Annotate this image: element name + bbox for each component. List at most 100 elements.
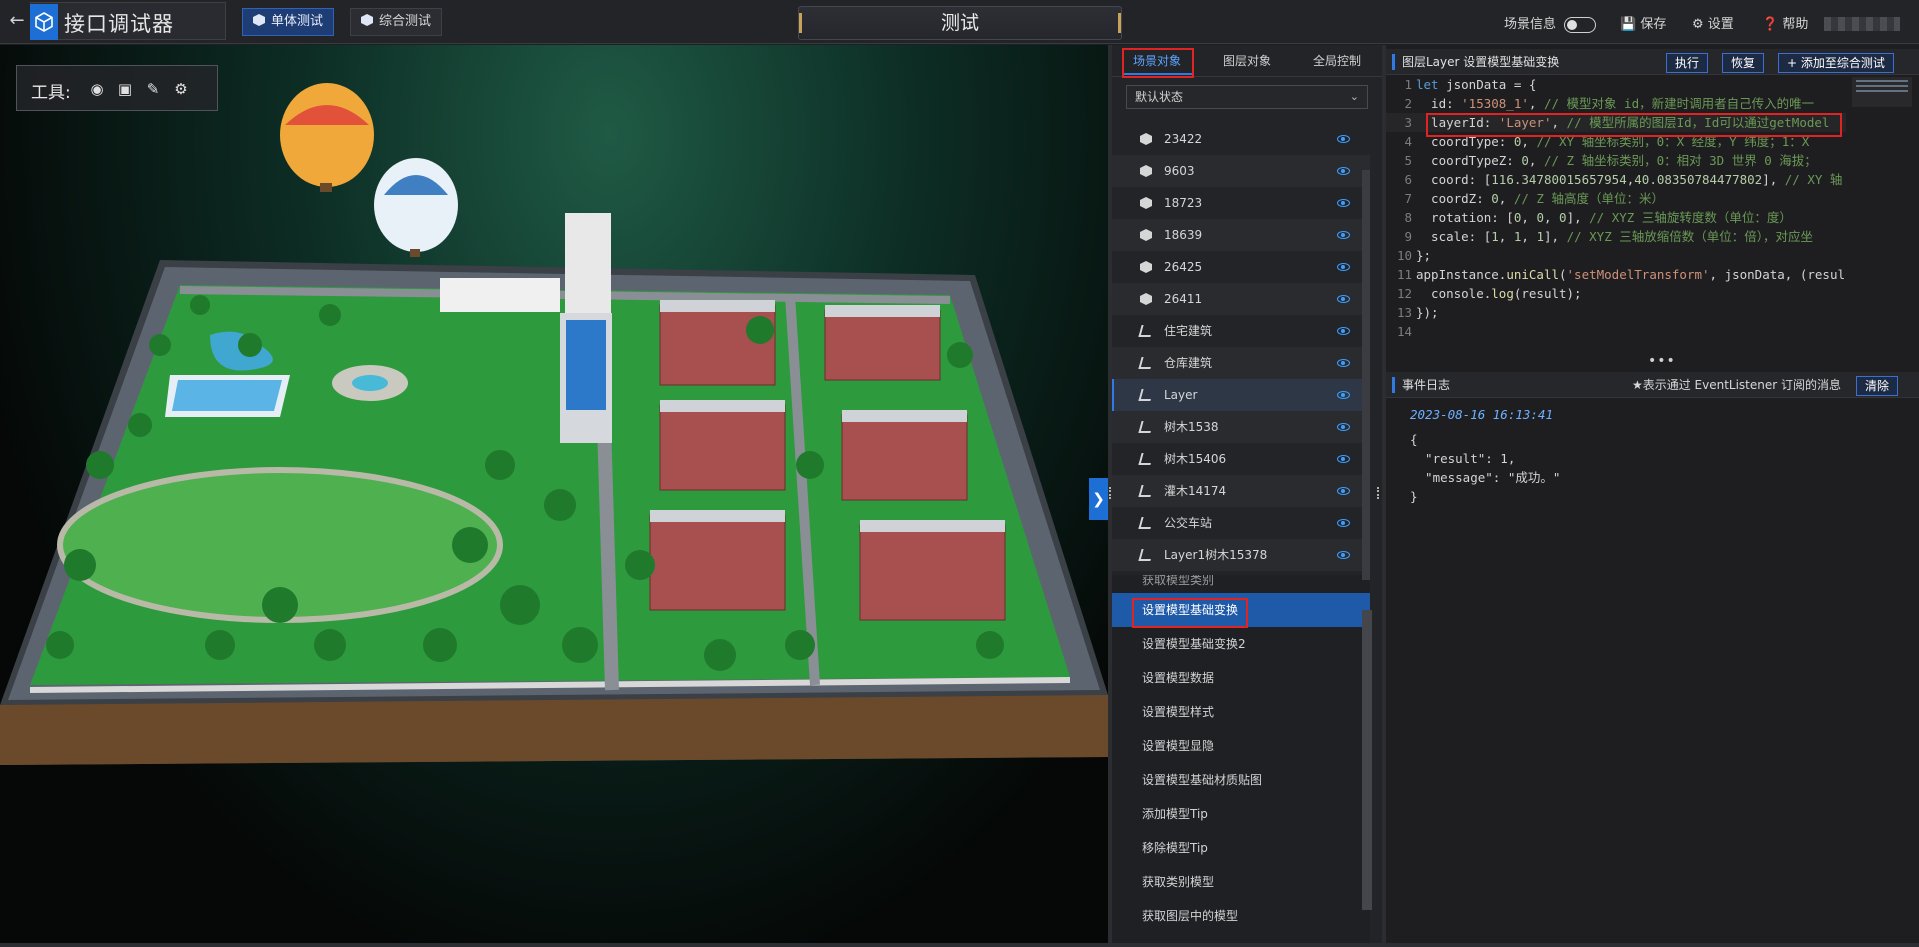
reset-button[interactable]: 恢复 [1722, 53, 1765, 73]
eye-icon[interactable] [1337, 231, 1350, 239]
list-item[interactable]: 26411 [1112, 283, 1370, 315]
settings-button[interactable]: ⚙ 设置 [1692, 13, 1734, 32]
eye-icon[interactable] [1337, 455, 1350, 463]
function-item[interactable]: 设置模型显隐 [1112, 729, 1370, 763]
scene-info-label: 场景信息 [1504, 17, 1557, 32]
function-item-active[interactable]: 设置模型基础变换 [1112, 593, 1370, 627]
save-button[interactable]: 💾 保存 [1620, 13, 1666, 32]
list-item[interactable]: 26425 [1112, 251, 1370, 283]
function-item[interactable]: 设置模型基础材质贴图 [1112, 763, 1370, 797]
list-item-label: 26411 [1164, 292, 1203, 306]
function-item[interactable]: 添加模型Tip [1112, 797, 1370, 831]
list-item[interactable]: 仓库建筑 [1112, 347, 1370, 379]
layer-icon [1138, 549, 1154, 561]
function-list-scrollbar[interactable] [1362, 610, 1372, 910]
combined-test-button[interactable]: 综合测试 [350, 8, 443, 36]
city-model-render [0, 83, 1108, 765]
list-item[interactable]: 18639 [1112, 219, 1370, 251]
list-item-label: Layer [1164, 388, 1198, 402]
user-avatar[interactable] [1824, 17, 1900, 31]
resize-handle-icon[interactable]: ••• [1648, 353, 1676, 369]
eye-icon[interactable] [1337, 135, 1350, 143]
code-editor[interactable]: 1 let jsonData = { 2 id: '15308_1', // 模型… [1386, 75, 1846, 405]
list-item-label: 23422 [1164, 132, 1203, 146]
list-item[interactable]: 公交车站 [1112, 507, 1370, 539]
toolbox-label: 工具: [31, 83, 71, 103]
header-accent [1392, 54, 1395, 70]
eye-icon[interactable] [1337, 487, 1350, 495]
eye-icon[interactable] [1337, 359, 1350, 367]
eye-icon[interactable] [1337, 199, 1350, 207]
function-item[interactable]: 设置模型样式 [1112, 695, 1370, 729]
editor-title: 图层Layer 设置模型基础变换 [1402, 55, 1560, 69]
eye-icon[interactable] [1337, 263, 1350, 271]
list-item[interactable]: 树木1538 [1112, 411, 1370, 443]
list-item-selected[interactable]: Layer [1112, 379, 1370, 411]
list-item-label: 树木1538 [1164, 420, 1219, 434]
code-minimap[interactable] [1852, 77, 1912, 107]
layers-icon [361, 14, 373, 26]
eye-icon[interactable] [1337, 327, 1350, 335]
list-item[interactable]: Layer1树木15378 [1112, 539, 1370, 571]
function-item[interactable]: 获取类别模型 [1112, 865, 1370, 899]
3d-scene-viewport[interactable]: 工具: ◉ ▣ ✎ ⚙ ❯ [0, 45, 1108, 943]
layer-icon [1138, 453, 1154, 465]
save-icon: 💾 [1620, 17, 1637, 32]
locate-pin-icon[interactable]: ◉ [87, 79, 107, 99]
scene-objects-panel: 场景对象 图层对象 全局控制 默认状态 ⌄ 23422 9603 18723 1… [1112, 45, 1382, 943]
function-item[interactable]: 移除模型Tip [1112, 831, 1370, 865]
function-item[interactable]: 设置模型数据 [1112, 661, 1370, 695]
list-item-label: 仓库建筑 [1164, 356, 1213, 370]
combined-test-label: 综合测试 [379, 14, 432, 29]
single-test-label: 单体测试 [271, 14, 324, 29]
tab-global-control[interactable]: 全局控制 [1292, 45, 1382, 77]
pencil-icon[interactable]: ✎ [143, 79, 163, 99]
drag-handle-icon[interactable] [1377, 487, 1381, 499]
log-timestamp: 2023-08-16 16:13:41 [1410, 407, 1553, 422]
eye-icon[interactable] [1337, 551, 1350, 559]
eye-icon[interactable] [1337, 167, 1350, 175]
function-item-partial[interactable]: 获取模型类别 [1112, 575, 1370, 593]
list-item[interactable]: 灌木14174 [1112, 475, 1370, 507]
list-item[interactable]: 树木15406 [1112, 443, 1370, 475]
settings-gears-icon[interactable]: ⚙ [171, 79, 191, 99]
eye-icon[interactable] [1337, 519, 1350, 527]
gear-icon: ⚙ [1692, 17, 1704, 32]
model-icon [1140, 229, 1152, 241]
run-button[interactable]: 执行 [1666, 53, 1709, 73]
function-item[interactable]: 设置模型基础变换2 [1112, 627, 1370, 661]
scene-info-toggle[interactable] [1564, 17, 1596, 33]
settings-label: 设置 [1707, 17, 1734, 32]
single-test-button[interactable]: 单体测试 [242, 8, 335, 36]
add-to-combined-button[interactable]: + 添加至综合测试 [1778, 53, 1894, 73]
tab-scene-objects[interactable]: 场景对象 [1112, 45, 1202, 77]
list-item-label: 灌木14174 [1164, 484, 1227, 498]
list-item[interactable]: 18723 [1112, 187, 1370, 219]
collapse-panel-button[interactable]: ❯ [1089, 478, 1108, 520]
event-log-title: 事件日志 [1402, 378, 1451, 392]
clear-log-button[interactable]: 清除 [1856, 376, 1899, 396]
eye-icon[interactable] [1337, 423, 1350, 431]
add-to-combined-label: 添加至综合测试 [1800, 56, 1885, 70]
list-item-label: 18723 [1164, 196, 1203, 210]
state-select[interactable]: 默认状态 ⌄ [1126, 85, 1368, 109]
cube-icon [253, 14, 265, 26]
page-title: 测试 [798, 6, 1122, 40]
eye-icon[interactable] [1337, 295, 1350, 303]
state-select-value: 默认状态 [1135, 90, 1184, 104]
model-icon [1140, 197, 1152, 209]
object-tabs: 场景对象 图层对象 全局控制 [1112, 45, 1382, 77]
back-arrow-icon[interactable]: ← [6, 10, 28, 32]
list-item-label: 树木15406 [1164, 452, 1227, 466]
tab-layer-objects[interactable]: 图层对象 [1202, 45, 1292, 77]
eye-icon[interactable] [1337, 391, 1350, 399]
frame-select-icon[interactable]: ▣ [115, 79, 135, 99]
list-item[interactable]: 住宅建筑 [1112, 315, 1370, 347]
object-list-scrollbar[interactable] [1362, 170, 1370, 580]
list-item[interactable]: 23422 [1112, 123, 1370, 155]
list-item[interactable]: 9603 [1112, 155, 1370, 187]
help-label: 帮助 [1782, 17, 1809, 32]
function-item[interactable]: 获取图层中的模型 [1112, 899, 1370, 933]
help-button[interactable]: ❓ 帮助 [1762, 13, 1808, 32]
status-bar [0, 943, 1919, 947]
